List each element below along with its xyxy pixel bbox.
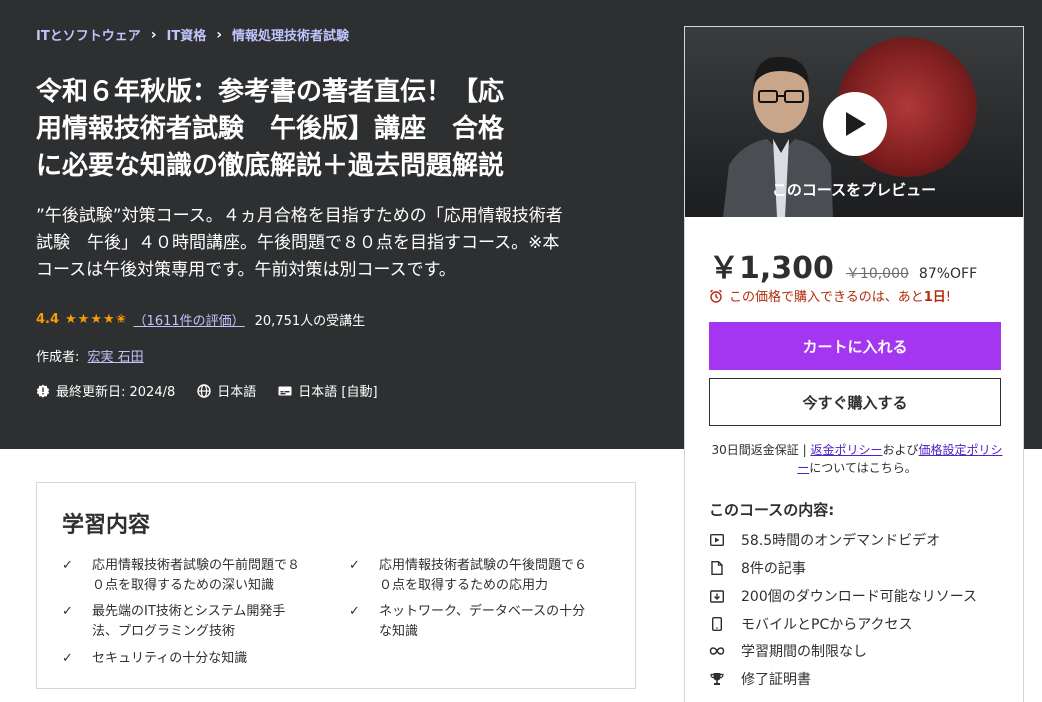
check-icon: ✓ — [62, 651, 73, 666]
includes-item: 58.5時間のオンデマンドビデオ — [709, 530, 940, 550]
course-subtitle-line: 試験 午後」４０時間講座。午後問題で８０点を目指すコース。※本 — [36, 233, 560, 253]
course-subtitle-line: ”午後試験”対策コース。４ヵ月合格を目指すための「応用情報技術者 — [36, 206, 563, 226]
includes-text: 200個のダウンロード可能なリソース — [741, 589, 978, 605]
rating-row: 4.4 ★★★★✬ （1611件の評価） 20,751人の受講生 — [36, 310, 365, 329]
file-icon — [711, 561, 723, 575]
alert-badge-icon — [36, 384, 50, 398]
rating-count-link[interactable]: （1611件の評価） — [134, 310, 245, 329]
refund-policy-link[interactable]: 返金ポリシー — [810, 443, 882, 457]
course-language: 日本語 — [217, 385, 257, 400]
play-button[interactable] — [823, 92, 887, 156]
sale-timer: この価格で購入できるのは、あと1日! — [709, 286, 951, 305]
includes-text: 修了証明書 — [741, 672, 811, 688]
chevron-right-icon: › — [150, 26, 157, 43]
includes-item: 学習期間の制限なし — [709, 641, 867, 661]
globe-icon — [197, 383, 211, 398]
learn-item-line: 法、プログラミング技術 — [92, 624, 236, 639]
check-icon: ✓ — [349, 604, 360, 619]
course-title-line: 用情報技術者試験 午後版】講座 合格 — [36, 114, 505, 144]
course-captions: 日本語 [自動] — [298, 385, 378, 400]
breadcrumb: ITとソフトウェア › IT資格 › 情報処理技術者試験 — [36, 25, 349, 45]
learn-item: ✓ 応用情報技術者試験の午前問題で８ ０点を取得するための深い知識 — [62, 556, 312, 596]
check-icon: ✓ — [62, 604, 73, 619]
learn-item-line: ネットワーク、データベースの十分 — [379, 604, 586, 619]
includes-item: モバイルとPCからアクセス — [709, 614, 913, 634]
breadcrumb-item-it-certification[interactable]: IT資格 — [167, 25, 207, 44]
learn-item-text: 最先端のIT技術とシステム開発手 法、プログラミング技術 — [92, 602, 285, 642]
learn-item-line: 応用情報技術者試験の午前問題で８ — [92, 558, 301, 573]
trophy-icon — [710, 673, 724, 685]
check-icon: ✓ — [62, 558, 73, 573]
play-icon — [846, 112, 866, 136]
course-preview[interactable]: このコースをプレビュー — [685, 27, 1023, 217]
captions-icon — [278, 386, 292, 395]
includes-item: 8件の記事 — [709, 558, 806, 578]
course-title-line: に必要な知識の徹底解説＋過去問題解説 — [36, 151, 505, 181]
learn-item-text: 応用情報技術者試験の午前問題で８ ０点を取得するための深い知識 — [92, 556, 300, 596]
rating-value: 4.4 — [36, 312, 60, 327]
what-you-will-learn: 学習内容 ✓ 応用情報技術者試験の午前問題で８ ０点を取得するための深い知識 ✓… — [36, 482, 636, 689]
learn-item-line: ０点を取得するための深い知識 — [92, 578, 275, 593]
course-meta: 最終更新日: 2024/8 日本語 日本語 [自動] — [36, 381, 378, 400]
star-rating-icon: ★★★★✬ — [65, 312, 128, 327]
learn-item-line: ０点を取得するための応用力 — [379, 578, 549, 593]
learn-item-text: ネットワーク、データベースの十分 な知識 — [379, 602, 585, 642]
pricing-policy-link[interactable]: 価格設定ポリシ — [918, 443, 1002, 457]
video-icon — [710, 534, 724, 546]
student-count: 20,751人の受講生 — [254, 314, 366, 329]
includes-text: 学習期間の制限なし — [741, 644, 867, 660]
includes-title: このコースの内容: — [709, 501, 835, 519]
current-price: ￥1,300 — [709, 251, 834, 286]
learn-item-line: 最先端のIT技術とシステム開発手 — [92, 604, 286, 619]
timer-remaining: 1日 — [923, 290, 946, 305]
includes-item: 200個のダウンロード可能なリソース — [709, 586, 977, 606]
preview-label: このコースをプレビュー — [771, 181, 937, 199]
timer-text: この価格で購入できるのは、あと — [729, 290, 924, 305]
learn-item: ✓ 最先端のIT技術とシステム開発手 法、プログラミング技術 — [62, 602, 312, 642]
includes-text: 8件の記事 — [741, 561, 806, 577]
learn-item-line: な知識 — [379, 624, 419, 639]
guarantee-mid: および — [882, 443, 919, 457]
includes-item: 修了証明書 — [709, 669, 811, 689]
buy-now-button[interactable]: 今すぐ購入する — [709, 378, 1001, 426]
timer-suffix: ! — [945, 290, 952, 305]
check-icon: ✓ — [349, 558, 360, 573]
author-label: 作成者: — [36, 350, 80, 365]
guarantee-text: 30日間返金保証 | — [711, 443, 811, 457]
learn-item-text: セキュリティの十分な知識 — [92, 649, 247, 669]
breadcrumb-item-it-exam[interactable]: 情報処理技術者試験 — [232, 25, 349, 44]
alarm-clock-icon — [710, 289, 722, 303]
purchase-sidebar: このコースをプレビュー ￥1,300 ￥10,000 87%OFF この価格で購… — [684, 26, 1024, 702]
author-link[interactable]: 宏実 石田 — [88, 350, 144, 365]
course-title-line: 令和６年秋版：参考書の著者直伝！【応 — [36, 77, 505, 107]
includes-text: モバイルとPCからアクセス — [741, 617, 913, 633]
learn-title: 学習内容 — [62, 513, 151, 538]
includes-text: 58.5時間のオンデマンドビデオ — [741, 533, 941, 549]
learn-item: ✓ ネットワーク、データベースの十分 な知識 — [349, 602, 599, 642]
learn-item: ✓ 応用情報技術者試験の午後問題で６ ０点を取得するための応用力 — [349, 556, 599, 596]
add-to-cart-button[interactable]: カートに入れる — [709, 322, 1001, 370]
learn-item-line: セキュリティの十分な知識 — [92, 651, 248, 666]
learn-item: ✓ セキュリティの十分な知識 — [62, 649, 312, 669]
price-row: ￥1,300 ￥10,000 87%OFF — [709, 243, 977, 287]
money-back-guarantee: 30日間返金保証 | 返金ポリシーおよび価格設定ポリシーについてはこちら。 — [709, 441, 1005, 477]
course-subtitle: ”午後試験”対策コース。４ヵ月合格を目指すための「応用情報技術者 試験 午後」４… — [36, 203, 636, 284]
infinity-icon — [709, 647, 725, 655]
learn-item-line: 応用情報技術者試験の午後問題で６ — [379, 558, 588, 573]
mobile-icon — [712, 617, 722, 631]
last-updated: 最終更新日: 2024/8 — [56, 385, 176, 400]
learn-item-text: 応用情報技術者試験の午後問題で６ ０点を取得するための応用力 — [379, 556, 587, 596]
pricing-policy-link-cont[interactable]: ー — [797, 461, 809, 475]
download-icon — [710, 590, 724, 603]
guarantee-suffix: についてはこちら。 — [809, 461, 917, 475]
discount-percent: 87%OFF — [918, 266, 978, 282]
chevron-right-icon: › — [216, 26, 222, 43]
breadcrumb-item-it-software[interactable]: ITとソフトウェア — [36, 25, 141, 44]
original-price: ￥10,000 — [845, 266, 909, 282]
course-title: 令和６年秋版：参考書の著者直伝！【応 用情報技術者試験 午後版】講座 合格 に必… — [36, 74, 626, 185]
course-subtitle-line: コースは午後対策専用です。午前対策は別コースです。 — [36, 260, 456, 280]
author-row: 作成者: 宏実 石田 — [36, 346, 144, 365]
